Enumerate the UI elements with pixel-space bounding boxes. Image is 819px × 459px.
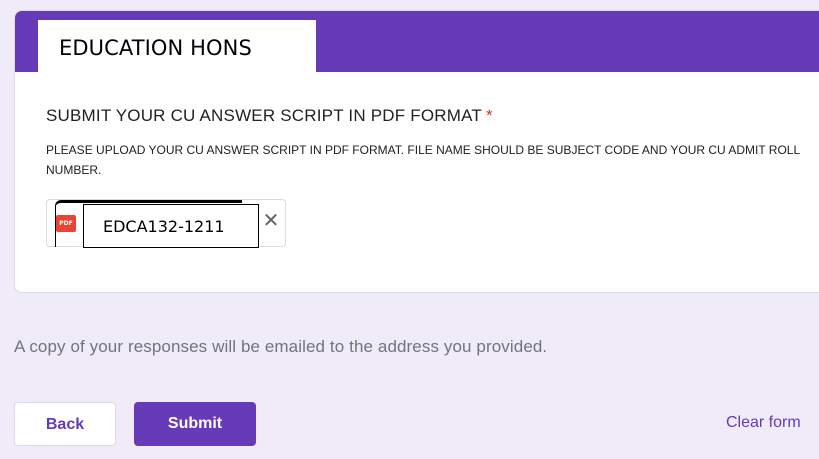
section-title: EDUCATION HONS <box>38 20 316 72</box>
email-copy-note: A copy of your responses will be emailed… <box>14 337 548 356</box>
remove-file-icon[interactable]: ✕ <box>260 210 282 232</box>
file-name: EDCA132-1211 <box>83 204 259 248</box>
pdf-file-icon: PDF <box>56 215 76 232</box>
question-description: PLEASE UPLOAD YOUR CU ANSWER SCRIPT IN P… <box>46 143 800 177</box>
question-card: EDUCATION HONS SUBMIT YOUR CU ANSWER SCR… <box>14 10 819 293</box>
uploaded-file-chip[interactable]: PDF EDCA132-1211 ✕ <box>46 199 286 248</box>
submit-button[interactable]: Submit <box>134 402 256 446</box>
question-title-text: SUBMIT YOUR CU ANSWER SCRIPT IN PDF FORM… <box>46 106 482 125</box>
required-asterisk: * <box>485 106 493 125</box>
question-title: SUBMIT YOUR CU ANSWER SCRIPT IN PDF FORM… <box>46 106 493 126</box>
form-page: EDUCATION HONS SUBMIT YOUR CU ANSWER SCR… <box>0 0 819 459</box>
clear-form-button[interactable]: Clear form <box>726 414 801 432</box>
back-button[interactable]: Back <box>14 402 116 446</box>
